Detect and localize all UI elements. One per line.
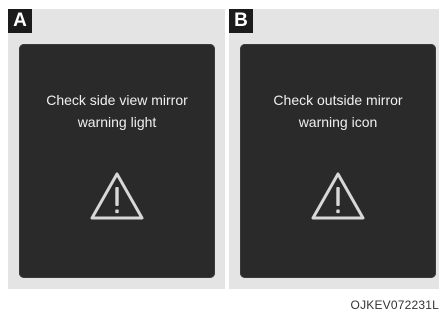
panel-a-message: Check side view mirror warning light bbox=[19, 89, 215, 133]
panel-a-display-screen: Check side view mirror warning light bbox=[19, 44, 215, 278]
panel-b-message: Check outside mirror warning icon bbox=[240, 89, 436, 133]
panel-b: B Check outside mirror warning icon bbox=[229, 9, 439, 289]
panel-b-display-screen: Check outside mirror warning icon bbox=[240, 44, 436, 278]
panel-a-message-line-1: Check side view mirror bbox=[46, 92, 188, 108]
panel-b-letter: B bbox=[229, 9, 253, 33]
panel-b-message-line-2: warning icon bbox=[298, 114, 378, 130]
panel-a-message-line-2: warning light bbox=[77, 114, 157, 130]
warning-triangle-icon bbox=[311, 172, 365, 220]
panel-a-letter: A bbox=[8, 9, 32, 33]
warning-triangle-icon bbox=[90, 172, 144, 220]
page: { "panels": [ { "letter": "A", "line1": … bbox=[0, 0, 439, 312]
panel-a: A Check side view mirror warning light bbox=[8, 9, 225, 289]
panel-b-message-line-1: Check outside mirror bbox=[273, 92, 403, 108]
